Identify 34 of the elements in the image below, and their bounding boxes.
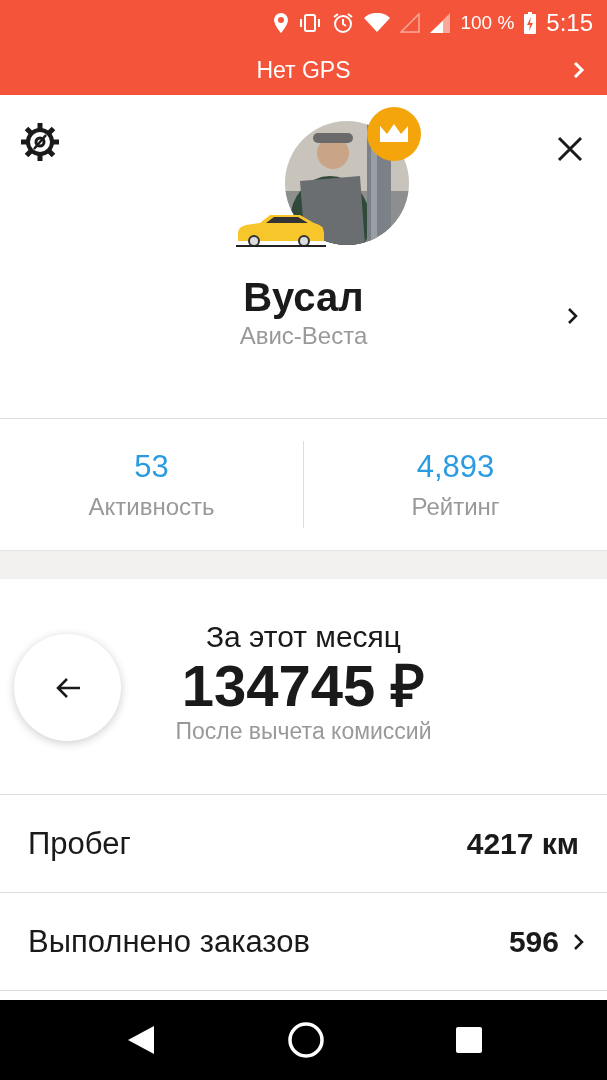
row-value: 4217 км bbox=[466, 826, 579, 861]
vibrate-icon bbox=[298, 13, 323, 32]
stat-value: 4,893 bbox=[416, 448, 495, 485]
signal-icon bbox=[400, 12, 421, 33]
period-label: За этот месяц bbox=[206, 620, 401, 655]
chevron-right-icon bbox=[573, 932, 585, 951]
battery-charging-icon bbox=[524, 11, 537, 34]
earnings-amount: 134745 ₽ bbox=[181, 654, 426, 718]
row-value: 596 bbox=[508, 924, 559, 959]
location-icon bbox=[274, 12, 289, 33]
settings-icon[interactable] bbox=[19, 121, 61, 163]
driver-name: Вусал bbox=[243, 275, 364, 320]
battery-percent: 100 % bbox=[460, 11, 515, 34]
clock: 5:15 bbox=[546, 8, 593, 37]
wifi-icon bbox=[364, 12, 391, 33]
recents-nav-icon[interactable] bbox=[455, 1027, 482, 1053]
stat-label: Активность bbox=[88, 492, 215, 521]
signal-icon bbox=[430, 12, 451, 33]
earnings-note: После вычета комиссий bbox=[175, 717, 432, 745]
chevron-right-icon bbox=[567, 307, 579, 325]
profile-link[interactable]: Вусал Авис-Веста bbox=[0, 275, 607, 350]
stat-label: Рейтинг bbox=[411, 492, 500, 521]
close-icon[interactable] bbox=[557, 136, 583, 162]
stat-value: 53 bbox=[134, 448, 169, 485]
alarm-icon bbox=[332, 11, 355, 34]
row-label: Пробег bbox=[28, 825, 132, 862]
row-label: Выполнено заказов bbox=[28, 923, 311, 960]
home-nav-icon[interactable] bbox=[286, 1021, 325, 1059]
chevron-right-icon bbox=[573, 61, 585, 79]
crown-badge-icon bbox=[367, 107, 421, 161]
stat-row-link[interactable]: Выполнено заказов 596 bbox=[0, 893, 607, 991]
banner-title: Нет GPS bbox=[256, 56, 351, 84]
car-icon bbox=[236, 213, 326, 247]
company-name: Авис-Веста bbox=[239, 322, 368, 350]
